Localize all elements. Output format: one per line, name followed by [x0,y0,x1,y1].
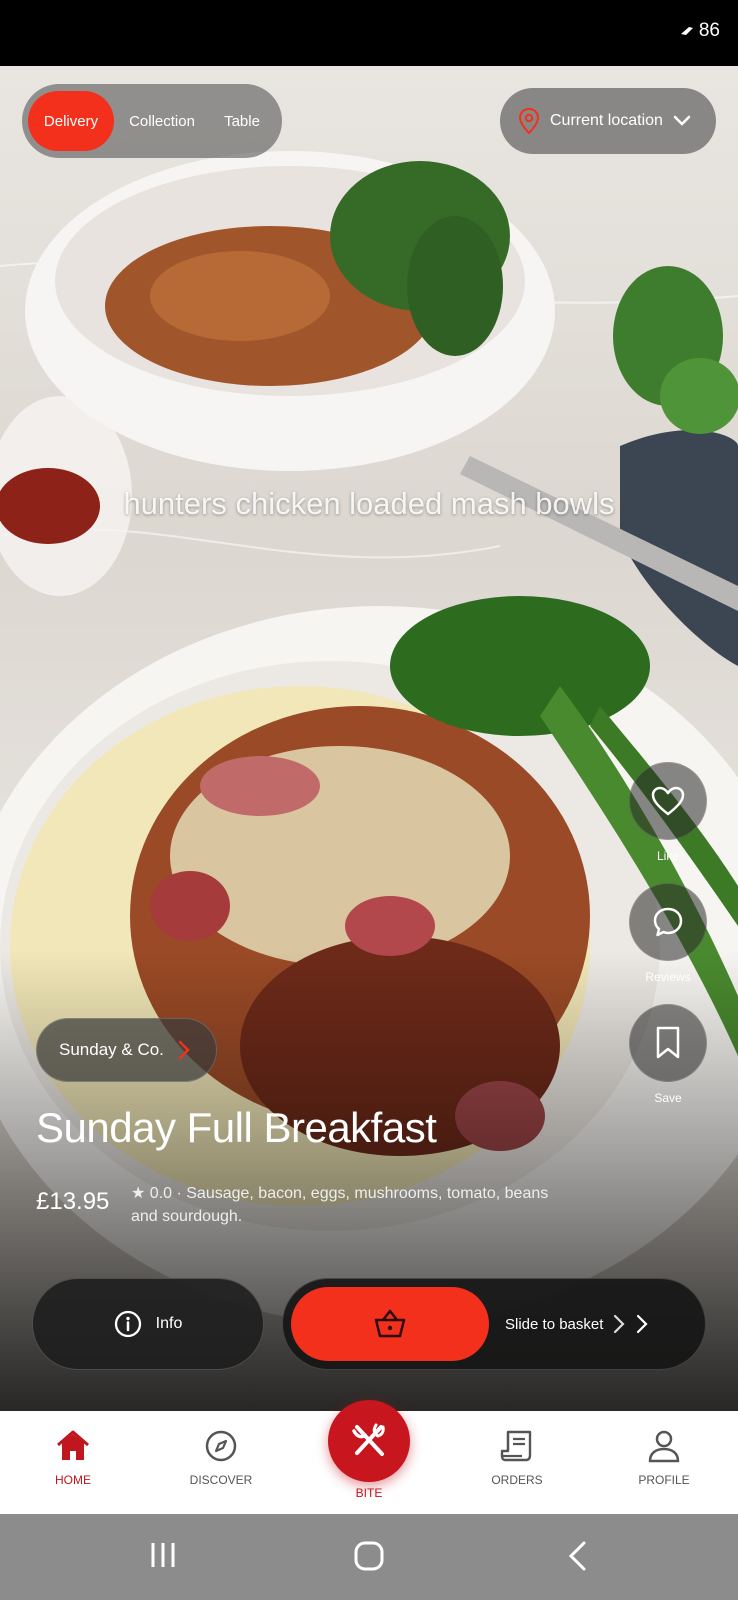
battery-level: 86 [698,20,720,41]
nav-discover[interactable]: DISCOVER [166,1429,276,1487]
mode-table[interactable]: Table [210,91,274,151]
recents-button[interactable] [148,1540,178,1575]
home-circle-icon [354,1541,384,1571]
battery-saver-icon [680,27,693,35]
save-button[interactable]: Save [628,1004,708,1105]
location-label: Current location [550,112,663,129]
compass-icon [205,1430,237,1462]
like-button[interactable]: Like [628,762,708,863]
system-nav-bar [0,1514,738,1600]
reviews-label: Reviews [645,970,691,984]
order-mode-toggle: Delivery Collection Table [22,84,282,158]
person-icon [648,1430,680,1463]
reviews-button[interactable]: Reviews [628,883,708,984]
restaurant-link[interactable]: Sunday & Co. [36,1018,217,1082]
chevron-right-icon [637,1314,648,1334]
mode-delivery[interactable]: Delivery [28,91,114,151]
location-selector[interactable]: Current location [500,88,716,154]
info-label: Info [155,1315,183,1332]
nav-bite-label: BITE [355,1486,383,1500]
battery-indicator: 86 [679,20,720,42]
slide-to-basket[interactable]: Slide to basket [282,1278,706,1370]
recents-icon [151,1543,175,1567]
reviews-button-circle [629,883,707,961]
nav-home[interactable]: HOME [18,1429,128,1487]
nav-orders-label: ORDERS [491,1473,543,1487]
bookmark-icon [656,1026,680,1059]
heart-icon [651,786,685,816]
slide-label-group: Slide to basket [505,1279,649,1369]
slide-label: Slide to basket [505,1315,604,1333]
video-caption: hunters chicken loaded mash bowls [123,486,615,521]
fork-knife-icon [352,1423,385,1456]
side-actions: Like Reviews Save [628,762,708,1125]
dish-meta: ★ 0.0 · Sausage, bacon, eggs, mushrooms,… [131,1185,549,1225]
chevron-down-icon [673,115,691,126]
save-button-circle [629,1004,707,1082]
back-icon [568,1541,586,1571]
nav-profile-label: PROFILE [638,1473,690,1487]
chevron-right-icon [614,1314,625,1334]
receipt-icon [500,1430,532,1462]
nav-bite[interactable] [328,1400,410,1482]
dish-price: £13.95 [36,1188,110,1215]
basket-icon [374,1309,406,1338]
save-label: Save [654,1091,682,1105]
nav-home-label: HOME [55,1473,91,1487]
chevron-right-icon [178,1040,190,1060]
nav-profile[interactable]: PROFILE [609,1429,719,1487]
mode-collection[interactable]: Collection [114,91,210,151]
info-icon [114,1310,141,1338]
like-label: Like [656,849,679,863]
home-icon [57,1430,89,1460]
restaurant-name: Sunday & Co. [59,1040,164,1059]
like-button-circle [629,762,707,840]
map-pin-icon [518,108,540,134]
nav-orders[interactable]: ORDERS [462,1429,572,1487]
slide-handle[interactable] [291,1287,489,1361]
status-bar: 86 [0,0,738,66]
dish-title: Sunday Full Breakfast [36,1104,437,1151]
home-system-button[interactable] [353,1540,385,1577]
nav-discover-label: DISCOVER [189,1473,253,1487]
back-button[interactable] [566,1540,588,1577]
chat-bubble-icon [653,907,683,937]
info-button[interactable]: Info [32,1278,264,1370]
